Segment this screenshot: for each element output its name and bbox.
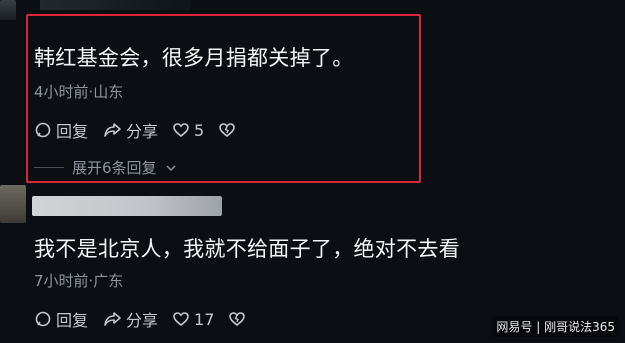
like-count: 5 bbox=[194, 120, 205, 140]
comment-bubble-icon bbox=[34, 310, 52, 328]
comment-text: 我不是北京人，我就不给面子了，绝对不去看 bbox=[34, 237, 460, 261]
heart-icon bbox=[172, 310, 190, 328]
comment-actions: 回复 分享 17 bbox=[34, 307, 246, 331]
comment-meta: 7小时前·广东 bbox=[34, 272, 124, 290]
dislike-button[interactable] bbox=[228, 310, 246, 328]
reply-button[interactable]: 回复 bbox=[34, 118, 88, 142]
avatar[interactable] bbox=[0, 0, 16, 20]
avatar[interactable] bbox=[0, 185, 26, 223]
share-arrow-icon bbox=[102, 310, 122, 328]
reply-label: 回复 bbox=[56, 311, 89, 330]
comment-text: 韩红基金会，很多月捐都关掉了。 bbox=[34, 46, 354, 70]
comment-actions: 回复 分享 5 bbox=[34, 118, 236, 142]
reply-label: 回复 bbox=[56, 122, 89, 141]
like-count: 17 bbox=[194, 309, 215, 329]
heart-icon bbox=[172, 121, 190, 139]
chevron-down-icon bbox=[165, 162, 177, 174]
share-label: 分享 bbox=[126, 122, 159, 141]
share-arrow-icon bbox=[102, 121, 122, 139]
share-button[interactable]: 分享 bbox=[102, 307, 158, 331]
like-button[interactable]: 17 bbox=[172, 310, 214, 329]
broken-heart-icon bbox=[218, 121, 236, 139]
share-label: 分享 bbox=[126, 311, 159, 330]
like-button[interactable]: 5 bbox=[172, 121, 204, 140]
watermark: 网易号 | 刚哥说法365 bbox=[492, 316, 619, 337]
divider bbox=[34, 167, 64, 168]
expand-replies-label: 展开6条回复 bbox=[72, 159, 157, 177]
share-button[interactable]: 分享 bbox=[102, 118, 158, 142]
username-blur[interactable] bbox=[32, 196, 222, 216]
dislike-button[interactable] bbox=[218, 121, 236, 139]
reply-button[interactable]: 回复 bbox=[34, 307, 88, 331]
expand-replies[interactable]: 展开6条回复 bbox=[34, 157, 177, 178]
comment-meta: 4小时前·山东 bbox=[34, 83, 124, 101]
comment-bubble-icon bbox=[34, 121, 52, 139]
broken-heart-icon bbox=[228, 310, 246, 328]
previous-comment-blur bbox=[40, 0, 190, 10]
